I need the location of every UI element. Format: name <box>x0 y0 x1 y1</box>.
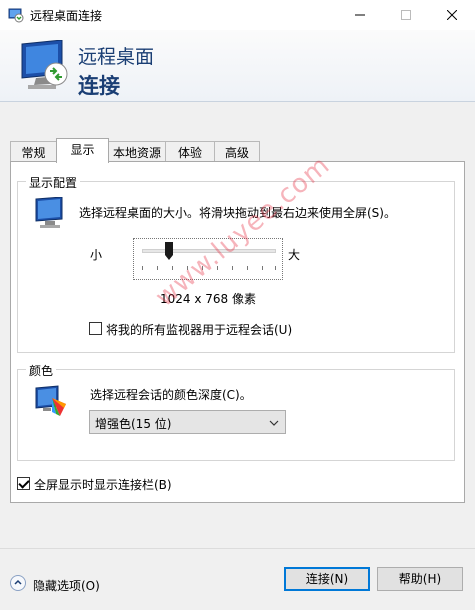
tab-general[interactable]: 常规 <box>10 141 57 162</box>
display-monitor-icon <box>34 196 66 231</box>
hide-options-label: 隐藏选项(O) <box>33 579 100 593</box>
show-connection-bar-label[interactable]: 全屏显示时显示连接栏(B) <box>34 476 172 493</box>
slider-small-label: 小 <box>90 248 103 262</box>
color-depth-description: 选择远程会话的颜色深度(C)。 <box>90 388 252 402</box>
tab-display[interactable]: 显示 <box>56 138 109 163</box>
multi-monitor-label[interactable]: 将我的所有监视器用于远程会话(U) <box>106 321 292 338</box>
chevron-up-icon <box>10 575 26 591</box>
color-depth-value: 增强色(15 位) <box>95 417 172 431</box>
colors-title: 颜色 <box>26 362 57 379</box>
tab-local-resources[interactable]: 本地资源 <box>108 141 166 162</box>
slider-tick <box>232 266 233 270</box>
tab-experience[interactable]: 体验 <box>165 141 215 162</box>
chevron-down-icon <box>269 417 279 427</box>
color-depth-select[interactable]: 增强色(15 位) <box>89 410 286 434</box>
slider-large-label: 大 <box>288 248 301 262</box>
close-icon <box>447 10 457 20</box>
show-connection-bar-checkbox[interactable] <box>17 477 30 490</box>
minimize-button[interactable] <box>337 0 383 30</box>
banner-title-line2: 连接 <box>78 74 120 98</box>
remote-desktop-app-icon <box>8 7 24 23</box>
tab-advanced[interactable]: 高级 <box>214 141 260 162</box>
display-config-title: 显示配置 <box>26 174 81 191</box>
header-banner: 远程桌面 连接 <box>0 30 475 102</box>
color-palette-monitor-icon <box>34 384 68 420</box>
slider-tick <box>275 266 276 270</box>
slider-thumb[interactable] <box>165 242 173 260</box>
minimize-icon <box>355 14 365 16</box>
colors-group: 颜色 选择远程会话的颜色深度(C)。 增强色(15 位) <box>17 362 455 461</box>
remote-desktop-monitor-icon <box>18 39 74 92</box>
slider-tick <box>262 266 263 270</box>
connect-button[interactable]: 连接(N) <box>284 567 370 591</box>
tab-panel-display: 显示配置 选择远程桌面的大小。将滑块拖动到最右边来使用全屏(S)。 小 大 10… <box>10 161 465 503</box>
slider-tick <box>142 266 143 270</box>
footer-divider <box>0 548 475 549</box>
slider-tick <box>157 266 158 270</box>
help-button[interactable]: 帮助(H) <box>377 567 463 591</box>
slider-thumb-icon <box>165 242 173 260</box>
title-bar: 远程桌面连接 <box>0 0 475 30</box>
banner-title-line1: 远程桌面 <box>78 46 155 68</box>
close-button[interactable] <box>429 0 475 30</box>
slider-tick <box>247 266 248 270</box>
display-config-group: 显示配置 选择远程桌面的大小。将滑块拖动到最右边来使用全屏(S)。 小 大 10… <box>17 174 455 353</box>
maximize-icon <box>401 10 411 20</box>
maximize-button[interactable] <box>383 0 429 30</box>
multi-monitor-checkbox[interactable] <box>89 322 102 335</box>
window-title: 远程桌面连接 <box>30 9 103 23</box>
